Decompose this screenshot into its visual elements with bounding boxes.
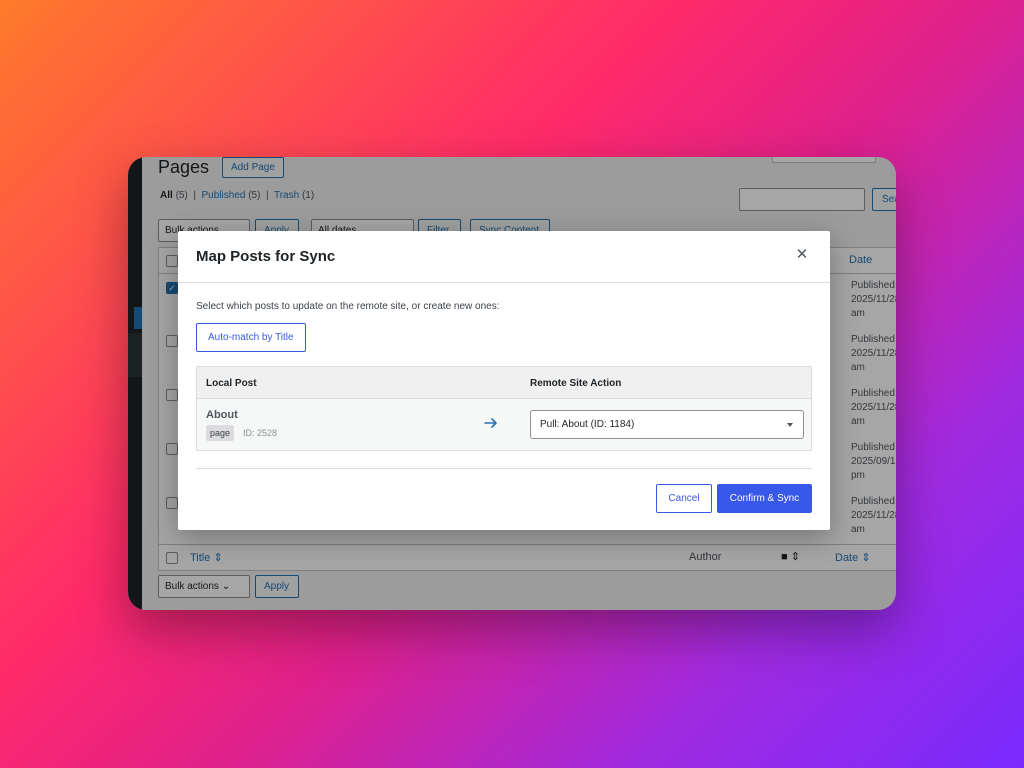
local-post-title: About <box>206 409 238 421</box>
modal-description: Select which posts to update on the remo… <box>196 301 500 312</box>
cancel-button[interactable]: Cancel <box>656 484 712 513</box>
modal-divider <box>196 468 812 469</box>
auto-match-button[interactable]: Auto-match by Title <box>196 323 306 352</box>
remote-action-select[interactable]: Pull: About (ID: 1184) <box>530 410 804 439</box>
modal-title: Map Posts for Sync <box>196 248 336 265</box>
map-posts-modal: Map Posts for Sync ✕ Select which posts … <box>178 231 830 530</box>
mapping-table-header: Local Post Remote Site Action <box>197 367 811 399</box>
table-row: About page ID: 2528 Pull: About (ID: 118… <box>197 399 811 451</box>
post-type-badge: page <box>206 425 235 441</box>
confirm-sync-button[interactable]: Confirm & Sync <box>717 484 812 513</box>
local-post-id: ID: 2528 <box>243 428 278 438</box>
arrow-right-icon <box>484 418 497 428</box>
remote-action-value: Pull: About (ID: 1184) <box>540 419 635 430</box>
modal-header: Map Posts for Sync ✕ <box>178 231 830 283</box>
close-icon[interactable]: ✕ <box>794 247 810 263</box>
caret-down-icon <box>787 423 793 427</box>
remote-action-column-header: Remote Site Action <box>530 378 622 389</box>
mapping-table: Local Post Remote Site Action About page… <box>196 366 812 451</box>
local-post-column-header: Local Post <box>206 378 257 389</box>
